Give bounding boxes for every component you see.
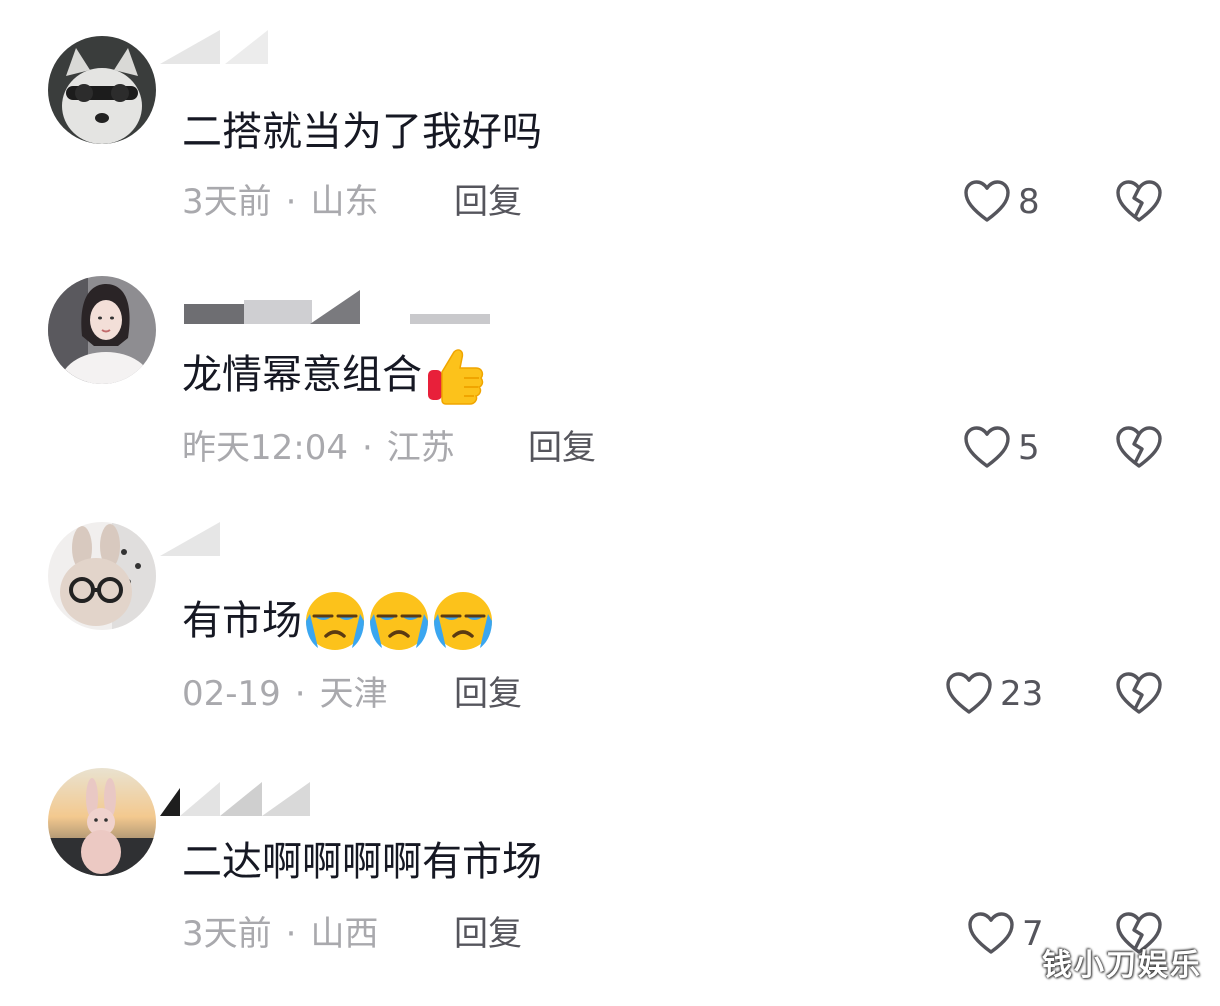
like-count: 5 [1018, 428, 1040, 468]
meta-separator: · [294, 674, 306, 714]
like-count: 7 [1022, 914, 1044, 954]
comment-location: 山西 [310, 914, 379, 954]
meta-separator: · [361, 428, 373, 468]
reply-button[interactable]: 回复 [454, 670, 522, 718]
heart-icon [964, 426, 1010, 468]
comment-time: 3天前 [182, 914, 272, 954]
comment-meta: 02-19 · 天津 [182, 670, 388, 718]
dislike-button[interactable] [1114, 423, 1164, 473]
comment-time: 昨天12:04 [182, 428, 348, 468]
avatar[interactable] [48, 522, 156, 630]
comment-time: 02-19 [182, 674, 281, 714]
comment-text: 龙情幂意组合 [182, 344, 486, 406]
like-count: 23 [1000, 674, 1044, 714]
reply-button[interactable]: 回复 [454, 910, 522, 958]
comment-meta: 昨天12:04 · 江苏 [182, 424, 455, 472]
heart-icon [946, 672, 992, 714]
watermark: 钱小刀娱乐 [1042, 948, 1202, 983]
thumbs-up-icon [424, 344, 486, 406]
like-button[interactable]: 7 [966, 906, 1044, 962]
username-blurred [160, 290, 500, 324]
avatar[interactable] [48, 276, 156, 384]
crying-face-icon [368, 590, 430, 652]
comment-meta: 3天前 · 山西 [182, 910, 378, 958]
dislike-button[interactable] [1114, 669, 1164, 719]
like-button[interactable]: 23 [944, 666, 1043, 722]
like-button[interactable]: 5 [962, 420, 1040, 476]
username-blurred [160, 782, 310, 816]
username-blurred [160, 522, 310, 556]
comment-item: 二达啊啊啊啊有市场 3天前 · 山西 回复 7 [0, 0, 1220, 954]
crying-face-icon [432, 590, 494, 652]
comment-text: 有市场 [182, 590, 494, 652]
crying-face-icon [304, 590, 366, 652]
comment-location: 天津 [319, 674, 388, 714]
meta-separator: · [285, 914, 297, 954]
reply-button[interactable]: 回复 [528, 424, 596, 472]
avatar[interactable] [48, 768, 156, 876]
comment-text: 二达啊啊啊啊有市场 [182, 839, 542, 885]
comment-location: 江苏 [386, 428, 455, 468]
heart-icon [968, 912, 1014, 954]
